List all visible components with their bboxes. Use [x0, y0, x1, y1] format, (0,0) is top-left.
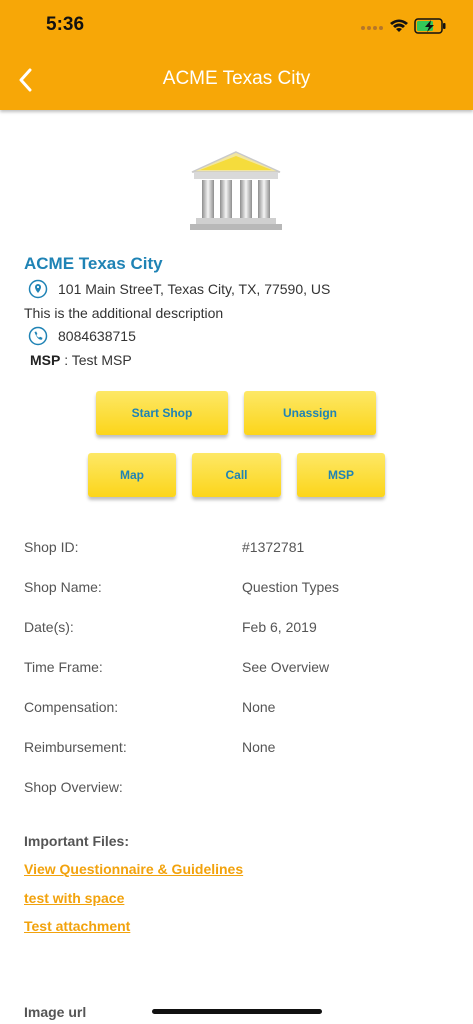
location-name: ACME Texas City: [24, 254, 163, 273]
map-button[interactable]: Map: [88, 453, 176, 497]
reimbursement-value: None: [242, 739, 276, 755]
phone-text: 8084638715: [58, 328, 136, 344]
wifi-icon: [390, 19, 408, 32]
status-icons: [361, 18, 446, 34]
status-time: 5:36: [46, 14, 85, 35]
msp-row: MSP : Test MSP: [30, 352, 132, 368]
battery-icon: [414, 18, 446, 34]
unassign-button[interactable]: Unassign: [244, 391, 376, 435]
image-url-label: Image url: [24, 1004, 87, 1020]
compensation-label: Compensation:: [24, 699, 119, 715]
address-text: 101 Main StreeT, Texas City, TX, 77590, …: [58, 281, 331, 297]
address-row: 101 Main StreeT, Texas City, TX, 77590, …: [28, 279, 330, 299]
file-link-test-attachment[interactable]: Test attachment: [24, 918, 130, 934]
compensation-value: None: [242, 699, 276, 715]
map-pin-icon: [28, 279, 48, 299]
file-link-questionnaire[interactable]: View Questionnaire & Guidelines: [24, 861, 243, 877]
home-indicator[interactable]: [152, 1009, 322, 1014]
bank-logo-icon: [190, 151, 282, 230]
msp-button[interactable]: MSP: [297, 453, 385, 497]
msp-value: : Test MSP: [60, 352, 132, 368]
phone-row[interactable]: 8084638715: [28, 326, 136, 346]
description-row: This is the additional description: [24, 305, 223, 321]
description-text: This is the additional description: [24, 305, 224, 321]
time-frame-value: See Overview: [242, 659, 330, 675]
time-frame-label: Time Frame:: [24, 659, 103, 675]
shop-id-value: #1372781: [242, 539, 305, 555]
reimbursement-label: Reimbursement:: [24, 739, 127, 755]
important-files-heading: Important Files:: [24, 833, 130, 849]
start-shop-button[interactable]: Start Shop: [96, 391, 228, 435]
dates-label: Date(s):: [24, 619, 74, 635]
shop-id-label: Shop ID:: [24, 539, 79, 555]
shop-overview-label: Shop Overview:: [24, 779, 123, 795]
file-link-test-with-space[interactable]: test with space: [24, 890, 124, 906]
call-button[interactable]: Call: [192, 453, 281, 497]
page-title: ACME Texas City: [162, 68, 311, 89]
cellular-signal-icon: [361, 26, 383, 30]
msp-label: MSP: [30, 352, 61, 368]
shop-name-value: Question Types: [242, 579, 340, 595]
phone-icon: [28, 326, 48, 346]
dates-value: Feb 6, 2019: [242, 619, 317, 635]
app-header: 5:36 ACME Texas City: [0, 0, 473, 110]
shop-name-label: Shop Name:: [24, 579, 102, 595]
